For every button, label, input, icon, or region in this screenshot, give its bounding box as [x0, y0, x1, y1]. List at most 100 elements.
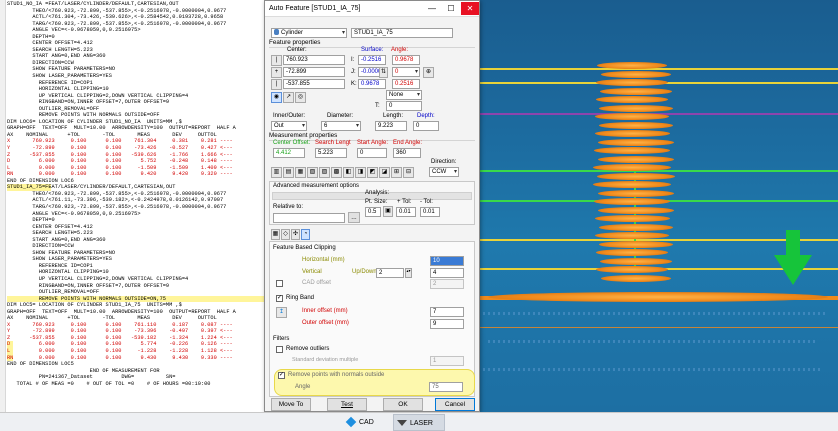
- ring-band-pick-icon[interactable]: ↥: [276, 307, 287, 318]
- tool-11-icon[interactable]: ⊞: [391, 167, 402, 178]
- point-ring: [597, 155, 675, 163]
- angle-j-input[interactable]: 0: [392, 67, 420, 77]
- minimize-icon[interactable]: —: [423, 2, 441, 15]
- relative-to-input[interactable]: [273, 213, 345, 223]
- vector-icon[interactable]: ↗: [283, 92, 294, 103]
- inner-outer-label: Inner/Outer:: [273, 113, 306, 119]
- program-line[interactable]: L 0.000 0.100 0.100 -1.228 -1.228 1.128 …: [7, 347, 265, 355]
- maximize-icon[interactable]: ☐: [442, 2, 460, 15]
- tab-clipping-icon[interactable]: ◔: [301, 229, 310, 240]
- depth-input[interactable]: 0: [413, 121, 439, 131]
- test-button[interactable]: Test: [327, 398, 367, 411]
- ring-band-label: Ring Band: [286, 295, 315, 301]
- vertical-label: Vertical: [302, 269, 322, 275]
- tool-4-icon[interactable]: ▧: [307, 167, 318, 178]
- point-ring: [593, 147, 671, 154]
- direction-select[interactable]: CCW: [429, 167, 459, 177]
- program-line[interactable]: Y -72.899 0.100 0.100 -73.396 -0.497 0.3…: [7, 328, 265, 335]
- length-input[interactable]: 9.223: [375, 121, 407, 131]
- center-y-input[interactable]: -72.899: [283, 67, 345, 77]
- read-point-z-button[interactable]: |: [271, 79, 282, 90]
- tab-filter-icon[interactable]: ✣: [291, 229, 300, 240]
- flip-vector-button[interactable]: ⇅: [379, 67, 388, 78]
- search-length-input[interactable]: 5.223: [315, 148, 347, 158]
- remove-normals-angle-input[interactable]: 75: [429, 382, 463, 392]
- diameter-input[interactable]: 6: [321, 121, 361, 131]
- ring-band-checkbox[interactable]: ✓: [276, 295, 283, 302]
- advanced-options-panel: Advanced measurement options Relative to…: [269, 181, 475, 225]
- t-input[interactable]: 0: [386, 101, 422, 111]
- graphics-viewport[interactable]: [468, 0, 838, 412]
- tool-10-icon[interactable]: ◪: [379, 167, 390, 178]
- plus-tol-input[interactable]: 0.01: [396, 207, 416, 217]
- surface-k-input[interactable]: 0.9678: [358, 79, 386, 89]
- feature-type-select[interactable]: Cylinder: [271, 28, 347, 38]
- inner-offset-input[interactable]: 7: [430, 307, 464, 317]
- std-dev-input[interactable]: 1: [430, 356, 464, 366]
- minus-tol-input[interactable]: 0.01: [420, 207, 440, 217]
- remove-normals-checkbox[interactable]: ✓: [278, 372, 285, 379]
- angle-i-input[interactable]: 0.9678: [392, 55, 420, 65]
- tab-cad[interactable]: CAD: [343, 414, 383, 431]
- tool-1-icon[interactable]: ▥: [271, 167, 282, 178]
- read-point-y-button[interactable]: +: [271, 67, 282, 78]
- tool-3-icon[interactable]: ▦: [295, 167, 306, 178]
- feature-name-input[interactable]: STUD1_IA_75: [351, 28, 453, 38]
- editor-text[interactable]: STUD1_NO_IA =FEAT/LASER/CYLINDER/DEFAULT…: [7, 1, 265, 387]
- ok-button[interactable]: OK: [383, 398, 423, 411]
- advanced-options-label: Advanced measurement options: [273, 183, 360, 189]
- center-offset-label: Center Offset:: [273, 140, 311, 146]
- tool-6-icon[interactable]: ▩: [331, 167, 342, 178]
- pt-size-input[interactable]: 0.5: [365, 207, 381, 217]
- point-icon[interactable]: ◉: [271, 92, 282, 103]
- program-line[interactable]: RN 0.000 0.100 0.100 9.420 9.420 9.320 -…: [7, 171, 265, 178]
- tool-7-icon[interactable]: ◧: [343, 167, 354, 178]
- center-offset-input[interactable]: 4.412: [273, 148, 305, 158]
- tab-laser-icon[interactable]: ◇: [281, 229, 290, 240]
- program-line[interactable]: D 6.000 0.100 0.100 5.752 -0.248 0.148 -…: [7, 158, 265, 165]
- center-x-input[interactable]: 760.923: [283, 55, 345, 65]
- tool-5-icon[interactable]: ▨: [319, 167, 330, 178]
- angle-crosshair-button[interactable]: ⊕: [423, 67, 434, 78]
- end-angle-input[interactable]: 360: [393, 148, 421, 158]
- tab-laser[interactable]: LASER: [393, 414, 445, 431]
- length-label: Length:: [383, 113, 404, 119]
- remove-outliers-label: Remove outliers: [286, 346, 330, 352]
- polar-icon[interactable]: ◎: [295, 92, 306, 103]
- program-line[interactable]: TARG/<760.923,-72.899,-537.855>,<-0.2516…: [7, 204, 265, 211]
- read-point-x-button[interactable]: |: [271, 55, 282, 66]
- surface-i-input[interactable]: -0.2516: [358, 55, 386, 65]
- mode-tab-bar: CAD LASER: [0, 412, 838, 431]
- cad-offset-input[interactable]: 2: [430, 279, 464, 289]
- surface-label: Surface:: [361, 47, 384, 53]
- horizontal-input[interactable]: 10: [430, 256, 464, 266]
- vertical-up-input[interactable]: 2: [376, 268, 404, 278]
- relative-to-browse-button[interactable]: ...: [348, 212, 360, 223]
- none-select[interactable]: None: [386, 90, 422, 100]
- dialog-titlebar[interactable]: Auto Feature [STUD1_IA_75] — ☐ ✕: [265, 1, 479, 17]
- cad-offset-checkbox[interactable]: [276, 280, 283, 287]
- point-size-color-button[interactable]: ▣: [383, 206, 393, 217]
- tool-12-icon[interactable]: ⊟: [403, 167, 414, 178]
- tool-2-icon[interactable]: ▤: [283, 167, 294, 178]
- inner-outer-select[interactable]: Out: [271, 121, 307, 131]
- program-line[interactable]: Y -72.899 0.100 0.100 -73.426 -0.527 0.4…: [7, 145, 265, 152]
- program-line[interactable]: TOTAL # OF MEAS =0 # OUT OF TOL =0 # OF …: [7, 381, 265, 388]
- close-icon[interactable]: ✕: [461, 2, 479, 15]
- auto-feature-dialog[interactable]: Auto Feature [STUD1_IA_75] — ☐ ✕ Cylinde…: [264, 0, 480, 412]
- program-line[interactable]: GRAPH=OFF TEXT=OFF MULT=10.00 ARROWDENSI…: [7, 125, 265, 132]
- tool-9-icon[interactable]: ◩: [367, 167, 378, 178]
- tab-contact-icon[interactable]: ▦: [271, 229, 280, 240]
- remove-outliers-checkbox[interactable]: [276, 346, 283, 353]
- angle-k-input[interactable]: 0.2516: [392, 79, 420, 89]
- move-to-button[interactable]: Move To: [271, 398, 311, 411]
- edit-window[interactable]: STUD1_NO_IA =FEAT/LASER/CYLINDER/DEFAULT…: [0, 0, 268, 420]
- vertical-down-input[interactable]: 4: [430, 268, 464, 278]
- tool-8-icon[interactable]: ◨: [355, 167, 366, 178]
- vertical-up-spinner[interactable]: ▴▾: [405, 268, 412, 278]
- tab-laser-label: LASER: [410, 420, 433, 427]
- cancel-button[interactable]: Cancel: [435, 398, 475, 411]
- center-z-input[interactable]: -537.855: [283, 79, 345, 89]
- start-angle-input[interactable]: 0: [357, 148, 387, 158]
- outer-offset-input[interactable]: 9: [430, 319, 464, 329]
